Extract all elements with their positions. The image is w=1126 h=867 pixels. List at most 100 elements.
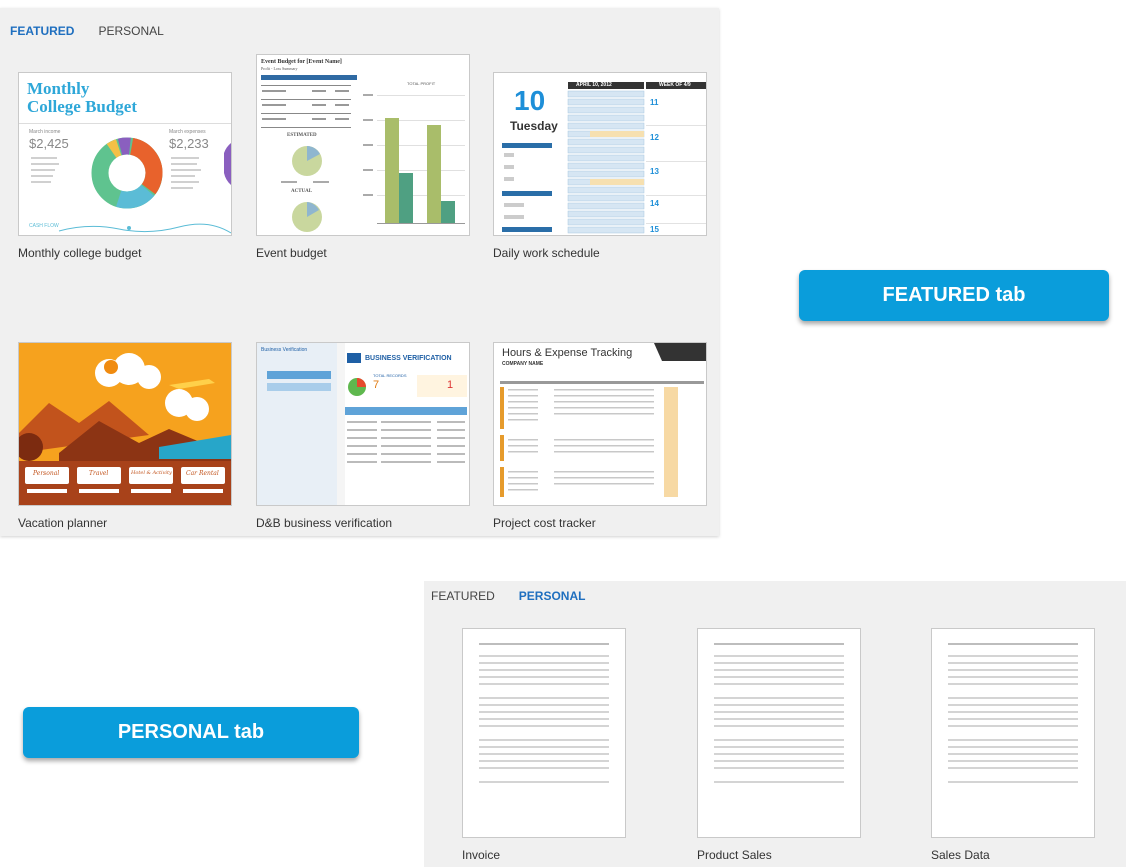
- tab-personal[interactable]: PERSONAL: [98, 24, 163, 38]
- placeholder-text-line: [479, 643, 609, 645]
- placeholder-text-line: [948, 781, 1078, 783]
- template-label: Monthly college budget: [18, 246, 142, 260]
- thumb-button: Hotel & Activity: [131, 470, 172, 476]
- placeholder-text-line: [714, 781, 844, 783]
- template-label: Product Sales: [697, 848, 772, 862]
- template-thumbnail: 10 Tuesday APRIL 10, 2012 WEEK OF 4/9 11…: [493, 72, 707, 236]
- template-label: Event budget: [256, 246, 327, 260]
- thumb-button: Car Rental: [186, 470, 219, 477]
- thumb-vacation-illustration: [19, 343, 231, 505]
- thumb-week-header: WEEK OF 4/9: [659, 82, 691, 88]
- placeholder-text-line: [714, 767, 844, 769]
- placeholder-text-line: [948, 683, 1078, 685]
- placeholder-text-line: [948, 739, 1078, 741]
- thumb-bar-chart: [261, 75, 465, 232]
- template-card-vacation-planner[interactable]: Personal Travel Hotel & Activity Car Ren…: [18, 342, 232, 532]
- document-thumbnail: [462, 628, 626, 838]
- placeholder-text-line: [948, 767, 1078, 769]
- featured-tab-callout: FEATURED tab: [799, 270, 1109, 321]
- template-card-sales-data[interactable]: Sales Data: [931, 628, 1097, 867]
- tab-featured[interactable]: FEATURED: [431, 589, 495, 603]
- placeholder-text-line: [714, 676, 844, 678]
- placeholder-text-line: [948, 676, 1078, 678]
- thumb-total-label: TOTAL RECORDS: [373, 373, 407, 378]
- placeholder-text-line: [714, 725, 844, 727]
- thumb-chart-title: TOTAL PROFIT: [407, 81, 436, 86]
- thumb-week-day: 15: [650, 225, 659, 234]
- placeholder-text-line: [479, 683, 609, 685]
- placeholder-text-line: [948, 746, 1078, 748]
- thumb-donut-chart: [31, 137, 231, 234]
- gallery-tabs: FEATURED PERSONAL: [431, 589, 585, 603]
- placeholder-text-line: [714, 760, 844, 762]
- template-label: Project cost tracker: [493, 516, 596, 530]
- placeholder-text-line: [479, 669, 609, 671]
- template-card-daily-work-schedule[interactable]: 10 Tuesday APRIL 10, 2012 WEEK OF 4/9 11…: [493, 72, 707, 272]
- placeholder-text-line: [714, 746, 844, 748]
- placeholder-text-line: [479, 711, 609, 713]
- placeholder-text-line: [714, 683, 844, 685]
- placeholder-text-line: [714, 718, 844, 720]
- thumb-date-header: APRIL 10, 2012: [576, 82, 612, 88]
- tab-featured[interactable]: FEATURED: [10, 24, 74, 38]
- tab-personal[interactable]: PERSONAL: [519, 589, 586, 603]
- placeholder-text-line: [479, 767, 609, 769]
- placeholder-text-line: [479, 739, 609, 741]
- thumb-title: BUSINESS VERIFICATION: [365, 355, 452, 362]
- thumb-sidebar-title: Business Verification: [261, 347, 308, 353]
- placeholder-text-line: [479, 704, 609, 706]
- document-thumbnail: [931, 628, 1095, 838]
- template-label: Invoice: [462, 848, 501, 862]
- placeholder-text-line: [948, 753, 1078, 755]
- template-card-project-cost-tracker[interactable]: Hours & Expense Tracking COMPANY NAME Pr…: [493, 342, 707, 532]
- placeholder-text-line: [948, 662, 1078, 664]
- placeholder-text-line: [479, 718, 609, 720]
- template-thumbnail: Monthly College Budget March income $2,4…: [18, 72, 232, 236]
- personal-template-gallery: FEATURED PERSONAL Invoice Product Sales …: [424, 581, 1126, 867]
- gallery-tabs: FEATURED PERSONAL: [10, 24, 164, 38]
- thumb-schedule-grid: [502, 82, 706, 234]
- placeholder-text-line: [948, 655, 1078, 657]
- placeholder-text-line: [479, 760, 609, 762]
- template-thumbnail: Personal Travel Hotel & Activity Car Ren…: [18, 342, 232, 506]
- template-label: Vacation planner: [18, 516, 108, 530]
- placeholder-text-line: [948, 711, 1078, 713]
- placeholder-text-line: [948, 725, 1078, 727]
- placeholder-text-line: [479, 697, 609, 699]
- template-thumbnail: Hours & Expense Tracking COMPANY NAME: [493, 342, 707, 506]
- placeholder-text-line: [714, 669, 844, 671]
- placeholder-text-line: [714, 643, 844, 645]
- thumb-actual-label: ACTUAL: [291, 189, 313, 194]
- template-card-product-sales[interactable]: Product Sales: [697, 628, 863, 867]
- thumb-button: Personal: [33, 470, 60, 477]
- thumb-verification-layout: [257, 343, 467, 505]
- placeholder-text-line: [714, 662, 844, 664]
- template-label: Daily work schedule: [493, 246, 600, 260]
- placeholder-text-line: [714, 711, 844, 713]
- placeholder-text-line: [479, 676, 609, 678]
- placeholder-text-line: [479, 781, 609, 783]
- placeholder-text-line: [948, 643, 1078, 645]
- thumb-week-day: 11: [650, 98, 659, 107]
- placeholder-text-line: [714, 739, 844, 741]
- template-thumbnail: Business Verification BUSINESS VERIFICAT…: [256, 342, 470, 506]
- placeholder-text-line: [948, 760, 1078, 762]
- template-card-dnb-business-verification[interactable]: Business Verification BUSINESS VERIFICAT…: [256, 342, 470, 532]
- placeholder-text-line: [479, 746, 609, 748]
- placeholder-text-line: [948, 669, 1078, 671]
- template-card-invoice[interactable]: Invoice: [462, 628, 628, 867]
- thumb-button: Travel: [89, 470, 109, 477]
- placeholder-text-line: [948, 718, 1078, 720]
- template-card-event-budget[interactable]: Event Budget for [Event Name] Profit - L…: [256, 54, 470, 272]
- placeholder-text-line: [479, 662, 609, 664]
- placeholder-text-line: [479, 753, 609, 755]
- thumb-total-value: 7: [373, 379, 380, 391]
- template-card-monthly-college-budget[interactable]: Monthly College Budget March income $2,4…: [18, 72, 232, 272]
- document-thumbnail: [697, 628, 861, 838]
- placeholder-text-line: [714, 753, 844, 755]
- thumb-week-day: 12: [650, 133, 659, 142]
- thumb-cost-table: [500, 343, 706, 497]
- thumb-week-day: 13: [650, 167, 659, 176]
- placeholder-text-line: [714, 704, 844, 706]
- template-thumbnail: Event Budget for [Event Name] Profit - L…: [256, 54, 470, 236]
